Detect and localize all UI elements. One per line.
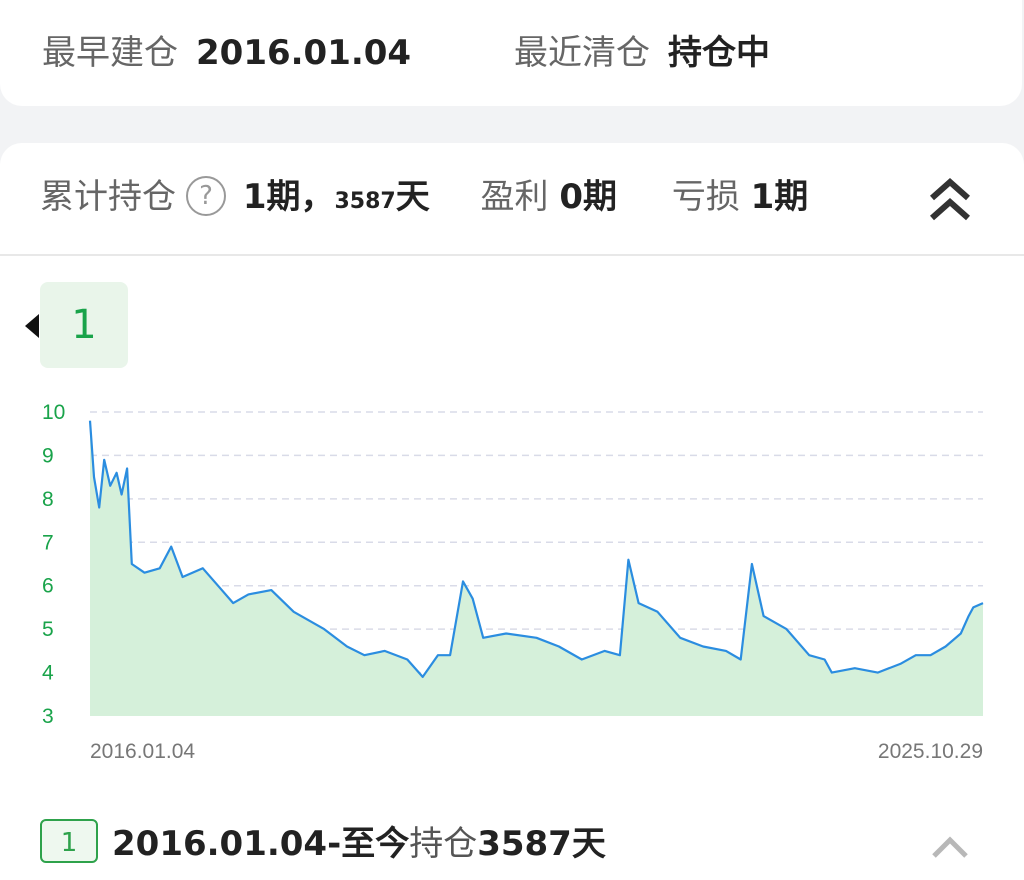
y-axis-ticks: 10 9 8 7 6 5 4 3 (42, 401, 65, 728)
y-tick-label: 7 (42, 531, 54, 554)
price-area-fill (90, 420, 983, 716)
period-tab-1[interactable]: 1 (40, 282, 128, 368)
chevron-up-icon[interactable] (928, 832, 972, 862)
period-badge: 1 (40, 818, 98, 863)
holding-days-unit: 天 (395, 177, 430, 217)
period-dates: 2016.01.04-至今 (112, 824, 410, 864)
loss-value: 1期 (750, 177, 809, 217)
period-tab-label: 1 (71, 302, 97, 348)
x-end-label: 2025.10.29 (878, 740, 983, 763)
period-text: 2016.01.04-至今持仓3587天 (112, 824, 606, 864)
period-row-1[interactable]: 1 2016.01.04-至今持仓3587天 (40, 816, 606, 872)
y-tick-label: 6 (42, 575, 54, 598)
earliest-build-row: 最早建仓 2016.01.04 (42, 30, 411, 76)
y-tick-label: 3 (42, 705, 54, 728)
section-divider (0, 254, 1024, 256)
y-tick-label: 10 (42, 401, 65, 424)
y-tick-label: 8 (42, 488, 54, 511)
double-chevron-up-icon[interactable] (924, 176, 976, 224)
loss-label: 亏损 (671, 177, 740, 217)
profit-value: 0期 (559, 177, 618, 217)
holding-days-value: 3587 (334, 189, 396, 214)
period-days: 3587天 (477, 824, 606, 864)
holding-price-chart: 10 9 8 7 6 5 4 3 2016.01.04 2025.10.29 (42, 401, 984, 763)
y-tick-label: 9 (42, 444, 54, 467)
profit-label: 盈利 (480, 177, 549, 217)
period-hold-label: 持仓 (409, 824, 478, 864)
earliest-build-label: 最早建仓 (42, 33, 178, 73)
recent-clear-label: 最近清仓 (514, 33, 650, 73)
earliest-build-value: 2016.01.04 (196, 33, 412, 73)
holding-periods-value: 1期， (242, 177, 335, 217)
cumulative-holding-label: 累计持仓 (40, 177, 176, 217)
left-arrow-icon[interactable] (25, 314, 39, 338)
y-tick-label: 5 (42, 618, 54, 641)
top-info-card: 最早建仓 2016.01.04 最近清仓 持仓中 (0, 0, 1022, 106)
y-tick-label: 4 (42, 662, 54, 685)
holding-summary: 累计持仓? 1期，3587天 盈利 0期 亏损 1期 (40, 172, 984, 222)
recent-clear-value: 持仓中 (668, 33, 770, 73)
question-circle-icon[interactable]: ? (186, 175, 226, 216)
recent-clear-row: 最近清仓 持仓中 (514, 30, 770, 76)
x-start-label: 2016.01.04 (90, 740, 195, 763)
